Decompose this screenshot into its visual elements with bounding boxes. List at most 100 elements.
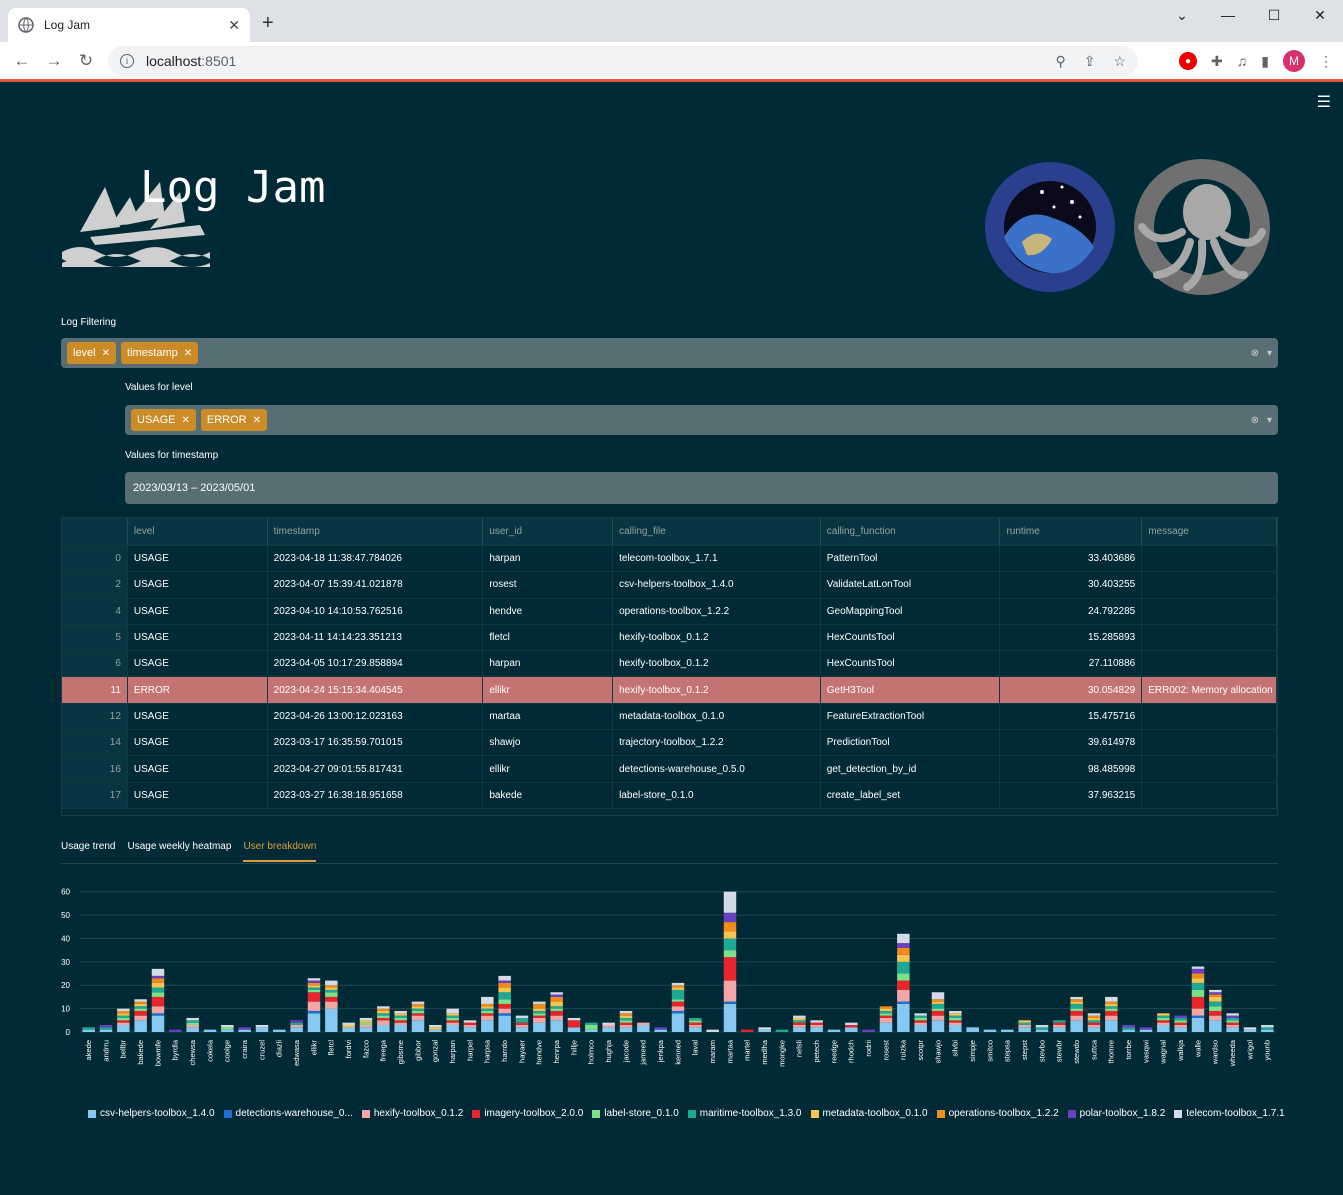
cell-timestamp[interactable]: 2023-03-27 16:38:18.951658 [268,782,484,808]
new-tab-icon[interactable]: + [262,12,274,35]
cell-timestamp[interactable]: 2023-04-11 14:14:23.351213 [268,624,484,651]
cell-calling_function[interactable]: PatternTool [821,546,1001,572]
table-row[interactable]: 17 USAGE 2023-03-27 16:38:18.951658 bakede l… [62,782,1277,809]
table-row[interactable]: 4 USAGE 2023-04-10 14:10:53.762516 hendve op… [62,598,1277,625]
filter-chip-timestamp[interactable]: timestamp ✕ [121,342,199,364]
cell-calling_file[interactable]: csv-helpers-toolbox_1.4.0 [613,572,821,598]
cell-calling_function[interactable]: get_detection_by_id [821,756,1001,782]
legend-item[interactable]: telecom-toolbox_1.7.1 [1174,1108,1285,1119]
cell-user_id[interactable]: hendve [483,598,614,624]
remove-chip-icon[interactable]: ✕ [184,348,192,359]
browser-tab[interactable]: Log Jam ✕ [8,8,250,42]
row-index[interactable]: 12 [62,703,128,730]
cell-runtime[interactable]: 30.403255 [1000,572,1143,598]
dropdown-caret-icon[interactable]: ▾ [1267,415,1272,426]
cell-calling_file[interactable]: trajectory-toolbox_1.2.2 [613,730,821,756]
level-chip-usage[interactable]: USAGE ✕ [131,409,196,431]
chevron-down-icon[interactable]: ⌄ [1159,0,1205,30]
cell-calling_function[interactable]: FeatureExtractionTool [821,703,1001,730]
cell-calling_file[interactable]: telecom-toolbox_1.7.1 [613,546,821,572]
table-row[interactable]: 6 USAGE 2023-04-05 10:17:29.858894 harpan he… [62,651,1277,678]
cell-runtime[interactable]: 27.110886 [1000,651,1143,677]
row-index[interactable]: 14 [62,730,128,756]
cell-runtime[interactable]: 15.475716 [1000,703,1143,730]
dropdown-caret-icon[interactable]: ▾ [1267,348,1272,359]
star-icon[interactable]: ☆ [1113,53,1126,70]
tab-usage-trend[interactable]: Usage trend [61,841,115,862]
cell-user_id[interactable]: ellikr [483,756,614,782]
clear-all-icon[interactable]: ⊗ [1251,415,1259,426]
legend-item[interactable]: hexify-toolbox_0.1.2 [361,1108,463,1119]
cell-message[interactable] [1142,624,1277,651]
cell-timestamp[interactable]: 2023-04-27 09:01:55.817431 [268,756,484,782]
cell-level[interactable]: USAGE [128,703,268,730]
cell-calling_function[interactable]: create_label_set [821,782,1001,808]
table-row[interactable]: 2 USAGE 2023-04-07 15:39:41.021878 rosest cs… [62,572,1277,599]
cell-user_id[interactable]: fletcl [483,624,614,651]
row-index[interactable]: 6 [62,651,128,677]
kebab-menu-icon[interactable]: ⋮ [1319,53,1333,70]
close-tab-icon[interactable]: ✕ [228,17,240,34]
level-multiselect[interactable]: USAGE ✕ ERROR ✕ ⊗ ▾ [125,405,1278,435]
remove-chip-icon[interactable]: ✕ [102,348,110,359]
reload-icon[interactable]: ↻ [70,51,102,71]
legend-item[interactable]: maritime-toolbox_1.3.0 [687,1108,802,1119]
profile-avatar[interactable]: M [1283,50,1305,72]
cell-runtime[interactable]: 30.054829 [1000,677,1143,703]
cell-calling_function[interactable]: ValidateLatLonTool [821,572,1001,598]
close-window-icon[interactable]: ✕ [1297,0,1343,30]
row-index[interactable]: 2 [62,572,128,598]
cell-timestamp[interactable]: 2023-04-10 14:10:53.762516 [268,598,484,624]
adblock-extension-icon[interactable]: ● [1179,52,1198,70]
legend-item[interactable]: operations-toolbox_1.2.2 [936,1108,1059,1119]
cell-calling_function[interactable]: HexCountsTool [821,624,1001,651]
column-header-calling_function[interactable]: calling_function [821,518,1001,545]
cell-calling_function[interactable]: GeoMappingTool [821,598,1001,624]
column-header-calling_file[interactable]: calling_file [613,518,821,545]
legend-item[interactable]: csv-helpers-toolbox_1.4.0 [88,1108,215,1119]
cell-message[interactable] [1142,730,1277,756]
column-header-index[interactable] [62,518,128,545]
cell-calling_function[interactable]: PredictionTool [821,730,1001,756]
cell-calling_file[interactable]: hexify-toolbox_0.1.2 [613,651,821,677]
clear-all-icon[interactable]: ⊗ [1251,348,1259,359]
filter-chip-level[interactable]: level ✕ [67,342,117,364]
remove-chip-icon[interactable]: ✕ [182,415,190,426]
cell-user_id[interactable]: ellikr [483,677,614,703]
cell-message[interactable] [1142,572,1277,598]
row-index[interactable]: 17 [62,782,128,808]
legend-item[interactable]: label-store_0.1.0 [592,1108,679,1119]
cell-user_id[interactable]: rosest [483,572,614,598]
cell-calling_file[interactable]: operations-toolbox_1.2.2 [613,598,821,624]
cell-level[interactable]: USAGE [128,572,268,598]
cell-level[interactable]: USAGE [128,782,268,808]
cell-message[interactable] [1142,782,1277,808]
cell-timestamp[interactable]: 2023-04-26 13:00:12.023163 [268,703,484,730]
cell-timestamp[interactable]: 2023-04-07 15:39:41.021878 [268,572,484,598]
cell-message[interactable] [1142,598,1277,624]
row-index[interactable]: 4 [62,598,128,624]
table-row[interactable]: 5 USAGE 2023-04-11 14:14:23.351213 fletcl he… [62,624,1277,652]
info-icon[interactable]: i [120,54,134,68]
cell-user_id[interactable]: bakede [483,782,614,808]
cell-message[interactable] [1142,651,1277,677]
cell-timestamp[interactable]: 2023-04-24 15:15:34.404545 [268,677,484,703]
cell-timestamp[interactable]: 2023-04-05 10:17:29.858894 [268,651,484,677]
table-row[interactable]: 11 ERROR 2023-04-24 15:15:34.404545 ellikr h… [62,677,1277,704]
row-index[interactable]: 5 [62,624,128,651]
table-row[interactable]: 0 USAGE 2023-04-18 11:38:47.784026 harpan te… [62,546,1277,573]
cell-user_id[interactable]: shawjo [483,730,614,756]
cell-calling_file[interactable]: hexify-toolbox_0.1.2 [613,677,821,703]
hamburger-menu-icon[interactable]: ☰ [1317,92,1331,112]
legend-item[interactable]: metadata-toolbox_0.1.0 [810,1108,928,1119]
minimize-icon[interactable]: — [1205,0,1251,30]
cell-level[interactable]: ERROR [128,677,268,703]
cell-calling_file[interactable]: metadata-toolbox_0.1.0 [613,703,821,730]
remove-chip-icon[interactable]: ✕ [253,415,261,426]
cell-calling_file[interactable]: label-store_0.1.0 [613,782,821,808]
timestamp-date-range-input[interactable]: 2023/03/13 – 2023/05/01 [125,472,1278,504]
cell-calling_file[interactable]: detections-warehouse_0.5.0 [613,756,821,782]
cell-level[interactable]: USAGE [128,624,268,651]
cell-runtime[interactable]: 24.792285 [1000,598,1143,624]
legend-item[interactable]: polar-toolbox_1.8.2 [1067,1108,1165,1119]
